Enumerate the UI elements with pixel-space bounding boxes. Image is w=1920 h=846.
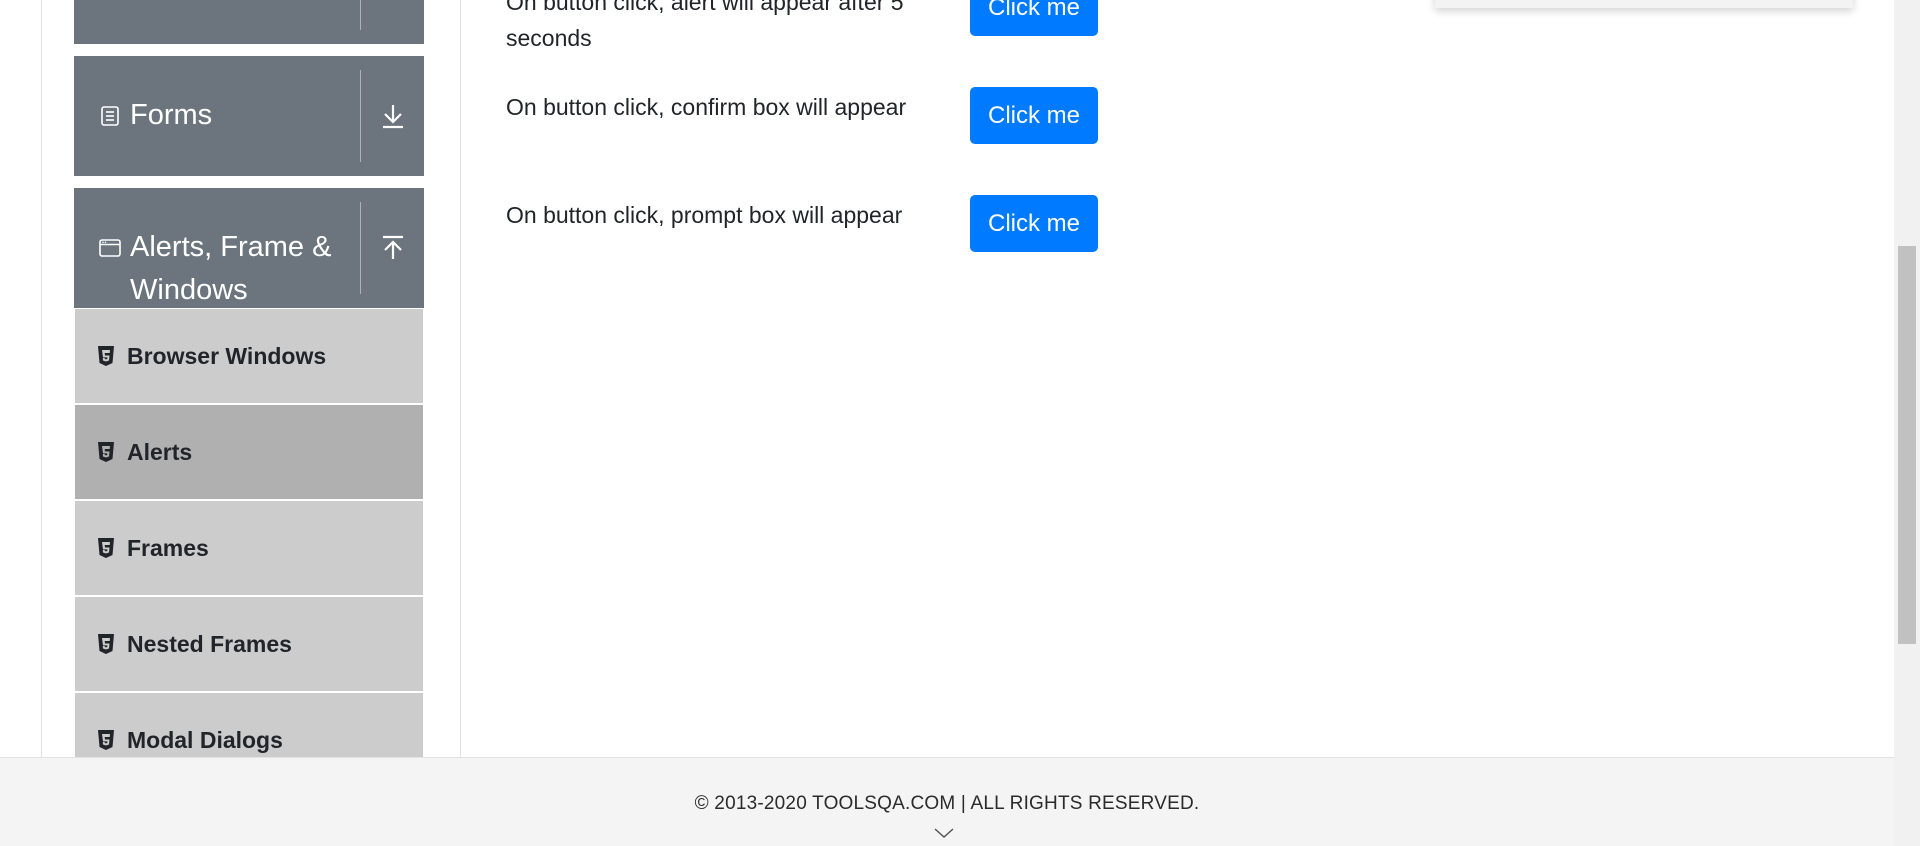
browser-window-icon [99,239,121,257]
prompt-button[interactable]: Click me [970,195,1098,252]
group-label: Forms [130,99,213,131]
page: Forms Alerts, Frame & Windows Browser Wi… [0,0,1920,846]
group-header: Forms [98,94,348,137]
sidebar-item-label: Nested Frames [127,630,292,657]
html5-icon [98,730,114,750]
confirm-description: On button click, confirm box will appear [506,94,907,120]
sidebar-group-previous[interactable] [74,0,424,44]
footer: © 2013-2020 TOOLSQA.COM | ALL RIGHTS RES… [0,757,1894,846]
sidebar-item-label: Browser Windows [127,342,327,369]
left-border [41,0,42,757]
group-divider [360,0,361,30]
form-document-icon [101,106,119,126]
confirm-button[interactable]: Click me [970,87,1098,144]
vertical-scrollbar[interactable] [1894,0,1920,846]
html5-icon [98,634,114,654]
sidebar-item-label: Frames [127,534,209,561]
group-label: Alerts, Frame & Windows [130,231,332,306]
chevron-down-icon[interactable] [933,826,955,840]
sidebar-item-browser-windows[interactable]: Browser Windows [75,309,423,405]
ad-banner [1435,0,1853,8]
copyright-text: © 2013-2020 TOOLSQA.COM | ALL RIGHTS RES… [694,793,1200,814]
group-header: Alerts, Frame & Windows [98,226,348,312]
html5-icon [98,442,114,462]
expand-toggle[interactable] [361,56,424,176]
download-arrow-icon [382,105,403,129]
scrollbar-thumb[interactable] [1898,246,1916,644]
sidebar-group-forms[interactable]: Forms [74,56,424,176]
timer-alert-button[interactable]: Click me [970,0,1098,36]
sidebar-border [460,0,461,757]
alert-timer-description: On button click, alert will appear after… [506,0,904,51]
sidebar-item-label: Modal Dialogs [127,726,283,753]
sidebar-item-nested-frames[interactable]: Nested Frames [75,597,423,693]
sidebar-item-alerts[interactable]: Alerts [75,405,423,501]
collapse-toggle[interactable] [361,188,424,308]
sidebar-items: Browser Windows Alerts Frames Nested Fra… [75,309,423,789]
upload-arrow-icon [382,235,403,259]
sidebar-item-frames[interactable]: Frames [75,501,423,597]
prompt-description: On button click, prompt box will appear [506,202,903,228]
sidebar-item-label: Alerts [127,438,193,465]
html5-icon [98,538,114,558]
html5-icon [98,346,114,366]
sidebar-group-alerts-frame-windows[interactable]: Alerts, Frame & Windows [74,188,424,308]
